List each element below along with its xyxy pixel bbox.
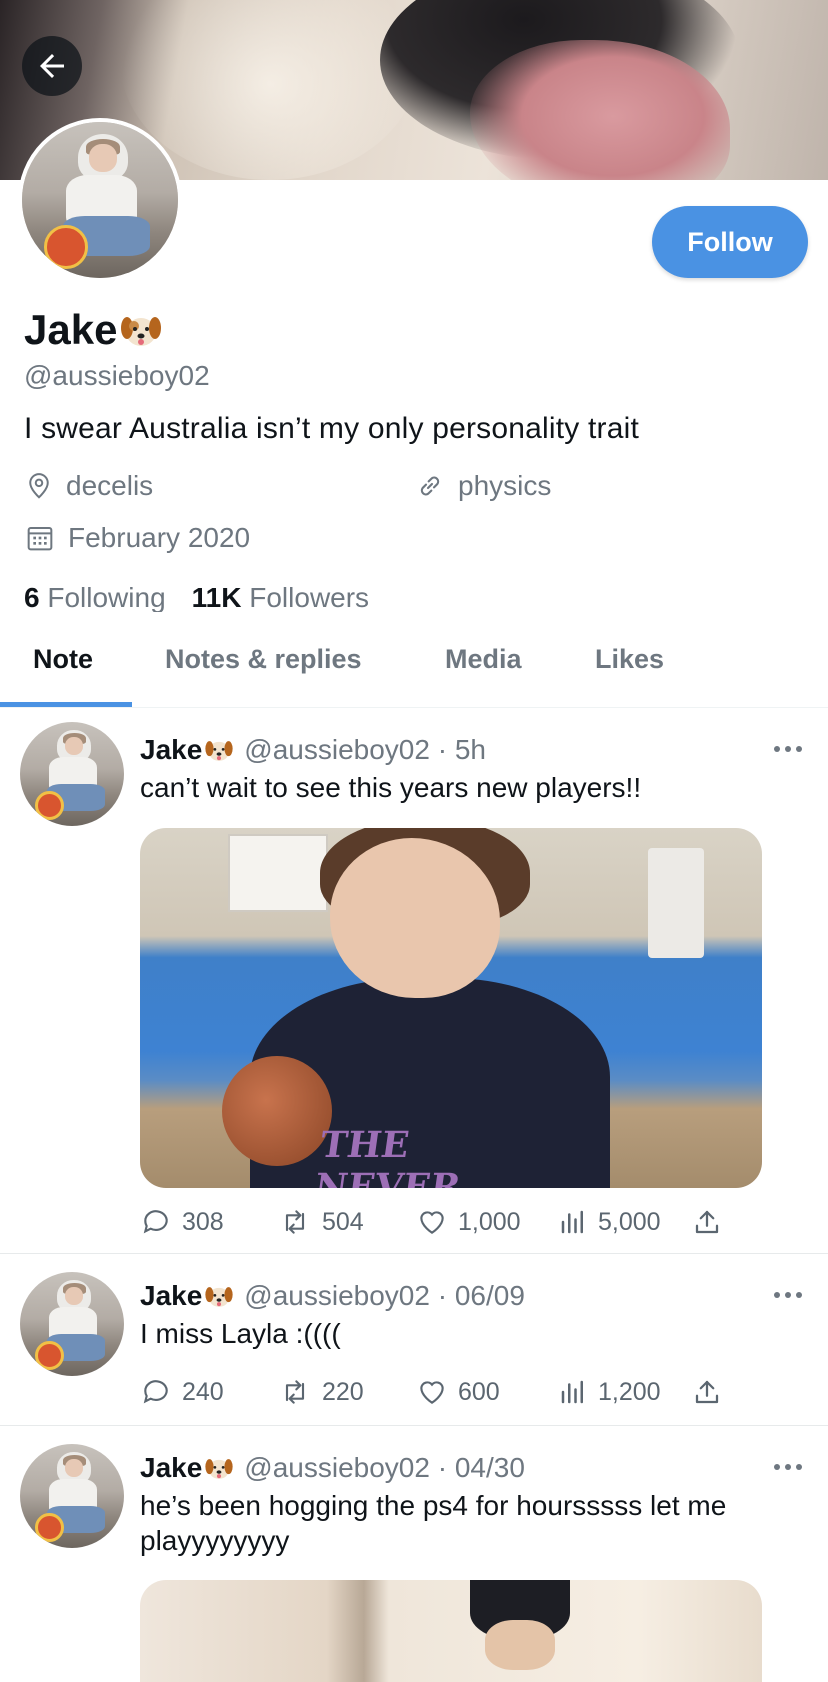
follow-stats: 6 Following 11K Followers bbox=[24, 582, 369, 612]
comment-icon bbox=[143, 1210, 168, 1234]
dog-face-icon bbox=[121, 317, 162, 346]
post-avatar[interactable] bbox=[20, 1272, 124, 1376]
like-button[interactable]: 600 bbox=[416, 1372, 500, 1412]
post-header: Jake @aussieboy02 · 5h bbox=[140, 734, 486, 766]
profile-bio: I swear Australia isn’t my only personal… bbox=[24, 412, 640, 445]
dog-face-icon bbox=[205, 1287, 233, 1307]
repost-count: 504 bbox=[322, 1207, 364, 1236]
post-text: he’s been hogging the ps4 for hoursssss … bbox=[140, 1490, 727, 1556]
location-row: decelis bbox=[24, 470, 153, 502]
heart-icon bbox=[420, 1381, 444, 1404]
more-options-icon[interactable] bbox=[772, 1462, 804, 1472]
view-count: 5,000 bbox=[598, 1207, 661, 1236]
profile-handle: @aussieboy02 bbox=[24, 360, 210, 391]
website-link[interactable]: physics bbox=[458, 470, 551, 502]
active-tab-indicator bbox=[0, 702, 132, 707]
dog-face-icon bbox=[205, 741, 233, 761]
post[interactable]: Jake @aussieboy02 · 04/30 he’s been hogg… bbox=[0, 1426, 828, 1682]
view-count: 1,200 bbox=[598, 1377, 661, 1406]
followers-stat[interactable]: 11K Followers bbox=[192, 582, 369, 612]
followers-count: 11K bbox=[191, 582, 242, 612]
profile-name: Jake bbox=[24, 306, 163, 354]
more-options-icon[interactable] bbox=[772, 744, 804, 754]
tab-notes-replies[interactable]: Notes & replies bbox=[165, 644, 362, 675]
analytics-icon bbox=[561, 1210, 583, 1234]
tab-note[interactable]: Note bbox=[33, 644, 93, 675]
arrow-left-icon bbox=[40, 54, 64, 78]
back-button[interactable] bbox=[22, 36, 82, 96]
comment-icon bbox=[143, 1380, 168, 1404]
post-header: Jake @aussieboy02 · 06/09 bbox=[140, 1280, 525, 1312]
tab-likes[interactable]: Likes bbox=[595, 644, 664, 675]
views-button[interactable]: 1,200 bbox=[558, 1372, 661, 1412]
repost-button[interactable]: 504 bbox=[278, 1202, 364, 1242]
following-stat[interactable]: 6 Following bbox=[24, 582, 166, 612]
reply-button[interactable]: 240 bbox=[140, 1372, 224, 1412]
repost-icon bbox=[285, 1380, 305, 1404]
post[interactable]: Jake @aussieboy02 · 06/09 I miss Layla :… bbox=[0, 1254, 828, 1426]
like-count: 1,000 bbox=[458, 1207, 521, 1236]
dog-face-icon bbox=[205, 1459, 233, 1479]
post-text: can’t wait to see this years new players… bbox=[140, 772, 642, 803]
location-text: decelis bbox=[66, 470, 154, 501]
follow-button[interactable]: Follow bbox=[652, 206, 808, 278]
post-author[interactable]: Jake bbox=[140, 1280, 202, 1312]
analytics-icon bbox=[561, 1380, 583, 1404]
profile-tabs: Note Notes & replies Media Likes bbox=[0, 620, 828, 708]
following-count: 6 bbox=[24, 582, 40, 612]
reply-button[interactable]: 308 bbox=[140, 1202, 224, 1242]
post-meta: @aussieboy02 · 5h bbox=[244, 734, 486, 765]
profile-avatar[interactable] bbox=[18, 118, 182, 282]
reply-count: 308 bbox=[182, 1207, 224, 1236]
share-icon bbox=[695, 1380, 719, 1404]
following-label: Following bbox=[47, 582, 166, 612]
post[interactable]: Jake @aussieboy02 · 5h can’t wait to see… bbox=[0, 708, 828, 1254]
post-actions: 240 220 600 1,200 bbox=[140, 1372, 760, 1412]
post-avatar[interactable] bbox=[20, 1444, 124, 1548]
share-button[interactable] bbox=[692, 1372, 722, 1412]
joined-date: February 2020 bbox=[68, 522, 251, 553]
joined-row: February 2020 bbox=[24, 522, 250, 554]
like-button[interactable]: 1,000 bbox=[416, 1202, 521, 1242]
post-image[interactable]: THE NEVER bbox=[140, 828, 762, 1188]
more-options-icon[interactable] bbox=[772, 1290, 804, 1300]
views-button[interactable]: 5,000 bbox=[558, 1202, 661, 1242]
link-icon bbox=[420, 476, 440, 496]
post-image[interactable] bbox=[140, 1580, 762, 1682]
like-count: 600 bbox=[458, 1377, 500, 1406]
post-meta: @aussieboy02 · 04/30 bbox=[244, 1452, 525, 1483]
share-icon bbox=[695, 1210, 719, 1234]
post-actions: 308 504 1,000 5,000 bbox=[140, 1202, 760, 1242]
repost-button[interactable]: 220 bbox=[278, 1372, 364, 1412]
repost-count: 220 bbox=[322, 1377, 364, 1406]
heart-icon bbox=[420, 1211, 444, 1234]
reply-count: 240 bbox=[182, 1377, 224, 1406]
post-author[interactable]: Jake bbox=[140, 734, 202, 766]
tab-media[interactable]: Media bbox=[445, 644, 522, 675]
post-header: Jake @aussieboy02 · 04/30 bbox=[140, 1452, 525, 1484]
post-avatar[interactable] bbox=[20, 722, 124, 826]
display-name: Jake bbox=[24, 306, 118, 353]
location-pin-icon bbox=[29, 473, 49, 499]
post-text: I miss Layla :(((( bbox=[140, 1318, 341, 1349]
share-button[interactable] bbox=[692, 1202, 722, 1242]
post-meta: @aussieboy02 · 06/09 bbox=[244, 1280, 525, 1311]
followers-label: Followers bbox=[249, 582, 370, 612]
website-row[interactable]: physics bbox=[414, 470, 551, 502]
calendar-icon bbox=[27, 527, 53, 551]
post-author[interactable]: Jake bbox=[140, 1452, 202, 1484]
repost-icon bbox=[285, 1210, 305, 1234]
